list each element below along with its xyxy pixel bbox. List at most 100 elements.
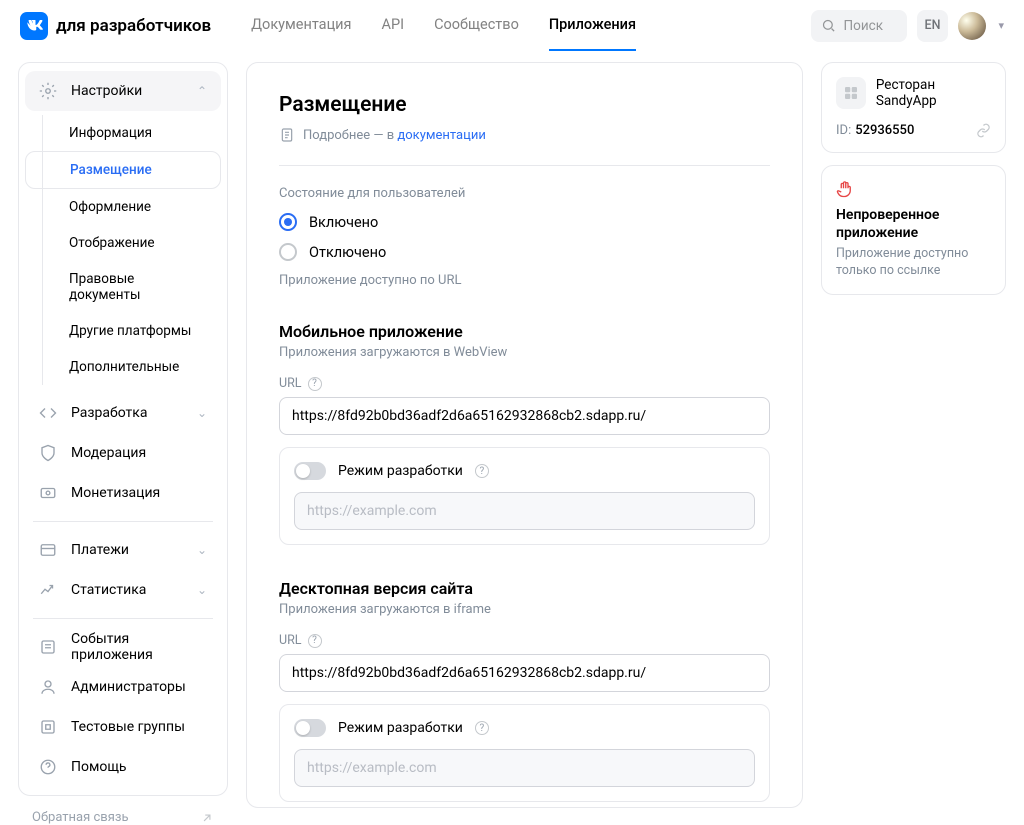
- sidebar-item-placement[interactable]: Размещение: [25, 151, 221, 189]
- sidebar-settings-label: Настройки: [71, 83, 142, 99]
- sidebar-item-additional[interactable]: Дополнительные: [25, 349, 221, 385]
- avatar[interactable]: [958, 12, 986, 40]
- code-icon: [39, 404, 57, 422]
- help-icon[interactable]: ?: [308, 634, 322, 648]
- header-right: Поиск EN ▾: [811, 10, 1004, 42]
- sidebar-group-monetization[interactable]: Монетизация: [25, 473, 221, 513]
- sidebar-item-legal[interactable]: Правовые документы: [25, 261, 221, 313]
- warning-card: Непроверенное приложение Приложение дост…: [821, 165, 1006, 295]
- sidebar-test-label: Тестовые группы: [71, 719, 185, 735]
- chevron-down-icon[interactable]: ▾: [998, 19, 1004, 32]
- app-header: для разработчиков Документация API Сообщ…: [0, 0, 1024, 52]
- radio-disabled-label: Отключено: [309, 244, 386, 261]
- sidebar-stats-label: Статистика: [71, 582, 146, 598]
- mobile-app-heading: Мобильное приложение: [279, 322, 770, 341]
- main-content: Размещение Подробнее — в документации Со…: [246, 62, 803, 808]
- radio-on-icon: [279, 213, 297, 231]
- mobile-dev-toggle[interactable]: [294, 462, 326, 480]
- help-icon[interactable]: ?: [475, 721, 489, 735]
- link-icon[interactable]: [976, 123, 991, 138]
- desktop-dev-box: Режим разработки ?: [279, 704, 770, 802]
- nav-docs[interactable]: Документация: [251, 0, 351, 51]
- app-icon: [836, 77, 866, 109]
- doc-prefix: Подробнее — в: [303, 128, 397, 143]
- hand-stop-icon: [836, 180, 854, 198]
- desktop-dev-url-input: [294, 749, 755, 787]
- vk-logo-icon: [20, 12, 48, 40]
- list-icon: [39, 638, 57, 656]
- radio-enabled-label: Включено: [309, 214, 378, 231]
- app-info-card: Ресторан SandyApp ID: 52936550: [821, 62, 1006, 153]
- sidebar-help-label: Помощь: [71, 759, 127, 775]
- sidebar-help[interactable]: Помощь: [25, 747, 221, 787]
- desktop-url-input[interactable]: [279, 654, 770, 692]
- sidebar-group-stats[interactable]: Статистика ⌄: [25, 570, 221, 610]
- state-group-label: Состояние для пользователей: [279, 186, 770, 201]
- chevron-up-icon: ⌃: [197, 84, 207, 98]
- radio-enabled[interactable]: Включено: [279, 213, 770, 231]
- app-id-value: 52936550: [855, 123, 914, 138]
- external-icon: [200, 811, 214, 825]
- sidebar-events-label: События приложения: [71, 631, 207, 663]
- right-column: Ресторан SandyApp ID: 52936550 Непровере…: [821, 52, 1006, 798]
- chart-icon: [39, 581, 57, 599]
- sidebar-item-display[interactable]: Отображение: [25, 225, 221, 261]
- chevron-down-icon: ⌄: [197, 543, 207, 557]
- sidebar-moderation-label: Модерация: [71, 445, 146, 461]
- chevron-down-icon: ⌄: [197, 406, 207, 420]
- feedback-label: Обратная связь: [32, 810, 129, 825]
- help-icon[interactable]: ?: [475, 464, 489, 478]
- flask-icon: [39, 718, 57, 736]
- card-icon: [39, 541, 57, 559]
- warning-text: Приложение доступно только по ссылке: [836, 246, 991, 280]
- app-id-label: ID:: [836, 123, 851, 138]
- feedback-link[interactable]: Обратная связь: [18, 796, 228, 825]
- mobile-dev-label: Режим разработки: [338, 463, 463, 479]
- search-placeholder: Поиск: [844, 18, 884, 34]
- nav-apps[interactable]: Приложения: [549, 0, 636, 51]
- sidebar-admins-label: Администраторы: [71, 679, 186, 695]
- language-switch[interactable]: EN: [917, 10, 949, 42]
- sidebar-group-settings[interactable]: Настройки ⌃: [25, 71, 221, 111]
- doc-hint: Подробнее — в документации: [279, 127, 770, 143]
- sidebar: Настройки ⌃ Информация Размещение Оформл…: [18, 52, 228, 798]
- url-label-mobile: URL ?: [279, 376, 770, 391]
- user-icon: [39, 678, 57, 696]
- sidebar-app-events[interactable]: События приложения: [25, 627, 221, 667]
- warning-title: Непроверенное приложение: [836, 206, 991, 242]
- sidebar-item-appearance[interactable]: Оформление: [25, 189, 221, 225]
- doc-icon: [279, 127, 295, 143]
- radio-disabled[interactable]: Отключено: [279, 243, 770, 261]
- sidebar-item-info[interactable]: Информация: [25, 115, 221, 151]
- help-icon[interactable]: ?: [308, 377, 322, 391]
- app-name: Ресторан SandyApp: [876, 77, 991, 109]
- brand-text: для разработчиков: [56, 16, 211, 36]
- radio-off-icon: [279, 243, 297, 261]
- mobile-url-input[interactable]: [279, 397, 770, 435]
- desktop-heading: Десктопная версия сайта: [279, 579, 770, 598]
- page-title: Размещение: [279, 93, 770, 117]
- sidebar-item-platforms[interactable]: Другие платформы: [25, 313, 221, 349]
- sidebar-test-groups[interactable]: Тестовые группы: [25, 707, 221, 747]
- mobile-app-sub: Приложения загружаются в WebView: [279, 345, 770, 360]
- nav-api[interactable]: API: [382, 0, 405, 51]
- desktop-sub: Приложения загружаются в iframe: [279, 602, 770, 617]
- doc-link[interactable]: документации: [397, 128, 485, 143]
- sidebar-group-payments[interactable]: Платежи ⌄: [25, 530, 221, 570]
- shield-icon: [39, 444, 57, 462]
- sidebar-group-dev[interactable]: Разработка ⌄: [25, 393, 221, 433]
- top-nav: Документация API Сообщество Приложения: [251, 0, 636, 51]
- desktop-dev-toggle[interactable]: [294, 719, 326, 737]
- mobile-dev-box: Режим разработки ?: [279, 447, 770, 545]
- state-hint: Приложение доступно по URL: [279, 273, 770, 288]
- sidebar-admins[interactable]: Администраторы: [25, 667, 221, 707]
- sidebar-dev-label: Разработка: [71, 405, 147, 421]
- nav-community[interactable]: Сообщество: [434, 0, 519, 51]
- mobile-dev-url-input: [294, 492, 755, 530]
- sidebar-monetization-label: Монетизация: [71, 485, 160, 501]
- search-input[interactable]: Поиск: [811, 10, 907, 42]
- gear-icon: [39, 82, 57, 100]
- money-icon: [39, 484, 57, 502]
- sidebar-group-moderation[interactable]: Модерация: [25, 433, 221, 473]
- brand-logo[interactable]: для разработчиков: [20, 12, 211, 40]
